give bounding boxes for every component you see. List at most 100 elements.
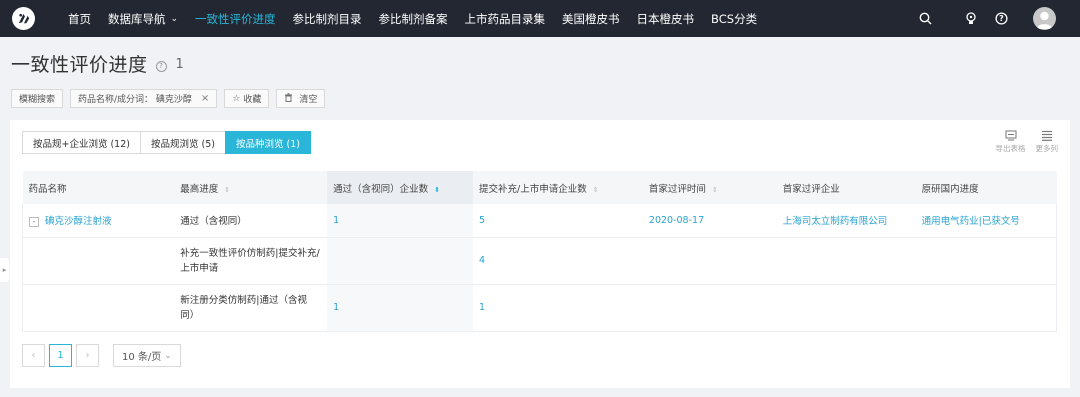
nav-jp-orange-book[interactable]: 日本橙皮书 [637,0,695,37]
passed-count-link[interactable] [327,237,473,285]
drug-name-cell: - 碘克沙醇注射液 [22,204,175,238]
column-header-submitted-count[interactable]: 提交补充/上市申请企业数 ⇕ [473,171,643,204]
header-label: 最高进度 [180,183,219,195]
nav-bcs[interactable]: BCS分类 [711,0,757,37]
logo[interactable] [12,7,35,30]
nav-home-label: 首页 [68,11,91,26]
drug-name-cell [22,284,175,332]
fuzzy-search-label: 模糊搜索 [19,95,56,105]
keyword-filter-label: 药品名称/成分词： 碘克沙醇 [78,95,192,105]
clear-button[interactable]: 清空 [276,89,326,108]
export-table-button[interactable]: 导出表格 [996,130,1026,154]
first-pass-date-link[interactable]: 2020-08-17 [642,204,777,238]
export-icon [1005,130,1016,141]
column-header-passed-count[interactable]: 通过（含视同）企业数 ⬍ [327,171,473,204]
trash-icon [284,92,293,105]
nav-database-label: 数据库导航 [108,11,166,26]
logo-icon [18,13,30,24]
header-label: 药品名称 [28,183,67,195]
view-tabs: 按品规+企业浏览 (12) 按品规浏览 (5) 按品种浏览 (1) [22,131,311,154]
sidebar-toggle-handle[interactable]: ▸ [0,258,9,282]
passed-count-link[interactable]: 1 [327,284,473,332]
nav-consistency-progress[interactable]: 一致性评价进度 [195,0,276,37]
tab-by-spec-company[interactable]: 按品规+企业浏览 (12) [22,131,141,154]
keyword-filter-chip: 药品名称/成分词： 碘克沙醇 × [70,89,218,108]
sort-icon[interactable]: ⇕ [224,186,230,194]
star-icon: ☆ [232,93,241,104]
lightbulb-icon[interactable] [963,11,979,27]
prev-page-button[interactable]: ‹ [22,344,45,367]
user-icon [1036,11,1053,29]
help-circle-icon[interactable]: ? [155,60,167,72]
nav-reference-filing[interactable]: 参比制剂备案 [379,0,448,37]
page-1-button[interactable]: 1 [49,344,72,367]
table-row: - 碘克沙醇注射液 通过（含视同） 1 5 2020-08-17 上海司太立制药有… [22,204,1057,238]
next-page-button[interactable]: › [76,344,99,367]
original-progress-cell [915,284,1057,332]
sort-icon[interactable]: ⇕ [712,186,718,194]
page-size-select[interactable]: 10 条/页 ⌄ [113,344,181,367]
submitted-count-link[interactable]: 1 [473,284,643,332]
sort-icon[interactable]: ⇕ [593,186,599,194]
clear-label: 清空 [299,95,318,105]
top-navbar: 首页 数据库导航 ⌄ 一致性评价进度 参比制剂目录 参比制剂备案 上市药品目录集 … [0,0,1080,37]
favorite-button[interactable]: ☆ 收藏 [224,89,270,108]
more-columns-label: 更多列 [1035,144,1059,153]
nav-us-orange-book[interactable]: 美国橙皮书 [562,0,620,37]
original-progress-cell [915,237,1057,285]
column-header-first-pass-company: 首家过评企业 [776,171,916,204]
tab-by-spec[interactable]: 按品规浏览 (5) [139,131,226,154]
nav-reference-catalog[interactable]: 参比制剂目录 [293,0,362,37]
nav-us-orange-book-label: 美国橙皮书 [562,11,620,26]
passed-count-link[interactable]: 1 [327,204,473,238]
first-pass-company-cell [776,284,916,332]
page-title: 一致性评价进度 [11,54,148,76]
tab-by-variety[interactable]: 按品种浏览 (1) [224,131,311,154]
nav-listed-drugs[interactable]: 上市药品目录集 [465,0,546,37]
drug-name-link[interactable]: 碘克沙醇注射液 [45,216,112,227]
export-label: 导出表格 [995,144,1026,153]
column-header-drug-name: 药品名称 [22,171,175,204]
first-pass-company-cell [776,237,916,285]
search-icon[interactable] [917,11,933,27]
page-size-label: 10 条/页 [122,352,162,363]
nav-reference-filing-label: 参比制剂备案 [378,11,448,26]
submitted-count-link[interactable]: 5 [473,204,643,238]
fuzzy-search-button[interactable]: 模糊搜索 [11,89,64,108]
column-header-highest-progress[interactable]: 最高进度 ⇕ [174,171,328,204]
table-row: 补充一致性评价仿制药|提交补充/上市申请 4 [22,237,1057,285]
original-progress-link[interactable]: 通用电气药业|已获文号 [915,204,1057,238]
more-columns-button[interactable]: 更多列 [1035,130,1059,154]
nav-home[interactable]: 首页 [68,0,91,37]
pagination: ‹ 1 › 10 条/页 ⌄ [22,344,181,367]
nav-listed-drugs-label: 上市药品目录集 [464,11,546,26]
header-label: 原研国内进度 [921,183,979,195]
nav-bcs-label: BCS分类 [711,11,758,26]
progress-cell: 新注册分类仿制药|通过（含视同） [174,284,328,332]
first-pass-company-link[interactable]: 上海司太立制药有限公司 [776,204,916,238]
svg-text:?: ? [999,14,1004,23]
submitted-count-link[interactable]: 4 [473,237,643,285]
list-icon [1041,130,1052,141]
table-tools: 导出表格 更多列 [986,130,1059,154]
sort-icon-active[interactable]: ⬍ [434,186,440,194]
result-count: 1 [175,57,184,72]
drug-name-cell [22,237,175,285]
collapse-toggle-icon[interactable]: - [29,216,39,227]
nav-database-menu[interactable]: 数据库导航 ⌄ [108,0,178,37]
results-panel: 按品规+企业浏览 (12) 按品规浏览 (5) 按品种浏览 (1) 导出表格 更… [10,120,1070,388]
help-icon[interactable]: ? [993,11,1009,27]
nav-consistency-label: 一致性评价进度 [195,11,276,26]
main-nav: 首页 数据库导航 ⌄ 一致性评价进度 参比制剂目录 参比制剂备案 上市药品目录集 … [68,0,774,37]
close-icon[interactable]: × [201,93,209,104]
column-header-original-progress: 原研国内进度 [915,171,1057,204]
column-header-first-pass-date[interactable]: 首家过评时间 ⇕ [642,171,777,204]
avatar[interactable] [1033,7,1056,30]
header-label: 首家过评时间 [648,183,706,195]
chevron-down-icon: ⌄ [164,350,172,361]
results-table: 药品名称 最高进度 ⇕ 通过（含视同）企业数 ⬍ 提交补充/上市申请企业数 ⇕ 首家过… [22,171,1057,332]
progress-cell: 通过（含视同） [174,204,328,238]
first-pass-date-cell [642,284,777,332]
header-label: 提交补充/上市申请企业数 [479,183,587,195]
table-header-row: 药品名称 最高进度 ⇕ 通过（含视同）企业数 ⬍ 提交补充/上市申请企业数 ⇕ 首家过… [22,171,1057,204]
